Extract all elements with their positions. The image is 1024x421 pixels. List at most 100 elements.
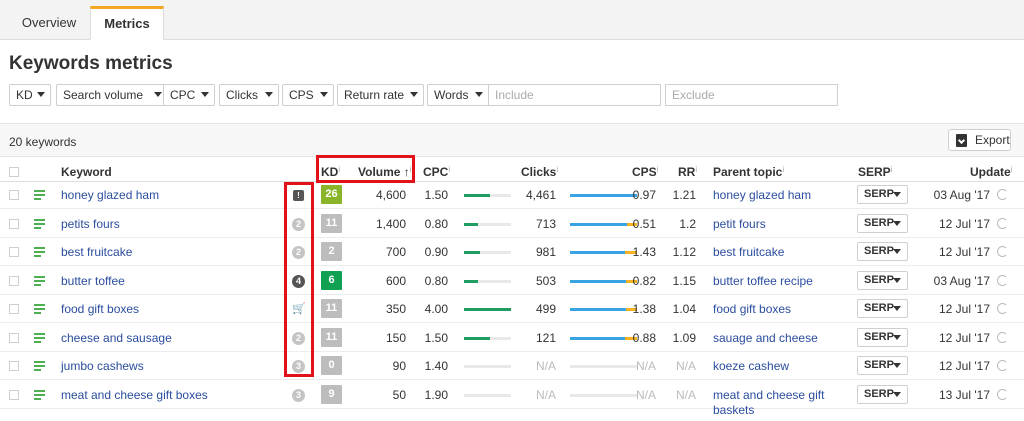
serp-dropdown[interactable]: SERP [857, 327, 908, 347]
chevron-down-icon [893, 391, 901, 397]
keyword-list-icon[interactable] [34, 190, 47, 200]
parent-topic-link[interactable]: food gift boxes [713, 302, 833, 317]
col-cps[interactable]: CPSi [632, 165, 658, 179]
clicks-value: N/A [535, 359, 556, 373]
keyword-link[interactable]: best fruitcake [61, 245, 132, 259]
keyword-link[interactable]: honey glazed ham [61, 188, 159, 202]
keyword-link[interactable]: jumbo cashews [61, 359, 144, 373]
keyword-link[interactable]: butter toffee [61, 274, 125, 288]
update-date: 03 Aug '17 [933, 273, 990, 288]
include-input[interactable] [488, 84, 661, 106]
serp-dropdown[interactable]: SERP [857, 213, 908, 233]
keyword-list-icon[interactable] [34, 389, 47, 400]
chevron-down-icon [893, 192, 901, 197]
keyword-link[interactable]: petits fours [61, 217, 120, 231]
rr-value: 1.15 [672, 273, 696, 288]
select-all-checkbox[interactable] [9, 167, 19, 177]
row-checkbox[interactable] [9, 332, 19, 343]
parent-topic-link[interactable]: best fruitcake [713, 245, 833, 260]
chevron-down-icon [154, 92, 162, 97]
serp-label: SERP [864, 245, 894, 257]
filter-return-rate[interactable]: Return rate [337, 84, 424, 106]
table-row: petits fours 2 11 1,400 0.80 713 0.51 1.… [0, 210, 1024, 238]
col-cpc[interactable]: CPCi [423, 165, 450, 179]
serp-dropdown[interactable]: SERP [857, 356, 908, 375]
keyword-list-icon[interactable] [34, 247, 47, 257]
serp-dropdown[interactable]: SERP [857, 242, 908, 261]
parent-topic-link[interactable]: koeze cashew [713, 359, 833, 374]
cps-value: 0.51 [632, 216, 656, 231]
row-checkbox[interactable] [9, 304, 19, 314]
parent-topic-link[interactable]: sauage and cheese [713, 331, 833, 346]
row-checkbox[interactable] [9, 218, 19, 229]
filter-search-volume[interactable]: Search volume [56, 84, 168, 106]
col-keyword[interactable]: Keyword [61, 165, 112, 179]
kd-badge: 26 [321, 185, 342, 204]
clicks-bar-fill [570, 251, 625, 254]
refresh-icon[interactable] [997, 217, 1008, 229]
tab-overview[interactable]: Overview [8, 6, 90, 40]
page-title: Keywords metrics [9, 53, 173, 74]
parent-topic-link[interactable]: meat and cheese gift baskets [713, 388, 833, 418]
col-cps-label: CPS [632, 165, 657, 179]
refresh-icon[interactable] [997, 331, 1008, 343]
serp-dropdown[interactable]: SERP [857, 185, 908, 204]
filter-clicks[interactable]: Clicks [219, 84, 279, 106]
parent-topic-link[interactable]: butter toffee recipe [713, 274, 833, 289]
keyword-list-icon[interactable] [34, 361, 47, 371]
chevron-down-icon [475, 92, 483, 97]
serp-features-badge[interactable]: 3 [292, 388, 305, 402]
info-icon: i [695, 165, 698, 174]
exclude-input[interactable] [665, 84, 838, 106]
cpc-value: 1.50 [424, 330, 448, 345]
keyword-list-icon[interactable] [34, 304, 47, 314]
keyword-list-icon[interactable] [34, 332, 47, 343]
col-update[interactable]: Updatei [970, 165, 1012, 179]
filter-words[interactable]: Words [427, 84, 489, 106]
filter-kd[interactable]: KD [9, 84, 51, 106]
col-serp[interactable]: SERPi [858, 165, 892, 179]
row-checkbox[interactable] [9, 275, 19, 286]
serp-dropdown[interactable]: SERP [857, 270, 908, 290]
col-clicks[interactable]: Clicksi [521, 165, 558, 179]
table-row: food gift boxes 🛒 11 350 4.00 499 1.38 1… [0, 295, 1024, 323]
export-button[interactable]: Export [948, 129, 1011, 151]
tab-metrics[interactable]: Metrics [90, 6, 164, 40]
info-icon: i [656, 165, 659, 174]
parent-topic-link[interactable]: petit fours [713, 217, 833, 232]
row-checkbox[interactable] [9, 389, 19, 400]
filter-label: CPS [289, 88, 314, 102]
keyword-link[interactable]: cheese and sausage [61, 331, 172, 345]
refresh-icon[interactable] [997, 360, 1008, 371]
cpc-value: 4.00 [424, 302, 448, 316]
parent-topic-link[interactable]: honey glazed ham [713, 188, 833, 203]
update-date: 12 Jul '17 [939, 245, 990, 259]
keyword-link[interactable]: food gift boxes [61, 302, 139, 316]
filter-cps[interactable]: CPS [282, 84, 334, 106]
col-cpc-label: CPC [423, 165, 449, 179]
col-parent-topic[interactable]: Parent topici [713, 165, 784, 179]
col-parent-label: Parent topic [713, 165, 783, 179]
keyword-list-icon[interactable] [34, 218, 47, 229]
serp-dropdown[interactable]: SERP [857, 299, 908, 318]
export-icon [956, 134, 967, 147]
refresh-icon[interactable] [997, 246, 1008, 257]
filter-cpc[interactable]: CPC [163, 84, 215, 106]
refresh-icon[interactable] [997, 189, 1008, 200]
row-checkbox[interactable] [9, 190, 19, 200]
filter-label: CPC [170, 88, 196, 102]
serp-label: SERP [864, 302, 894, 314]
row-checkbox[interactable] [9, 361, 19, 371]
filter-label: Words [434, 88, 469, 102]
refresh-icon[interactable] [997, 303, 1008, 314]
refresh-icon[interactable] [997, 388, 1008, 400]
col-rr[interactable]: RRi [678, 165, 697, 179]
row-checkbox[interactable] [9, 247, 19, 257]
kd-badge: 2 [321, 242, 342, 261]
keyword-list-icon[interactable] [34, 275, 47, 286]
kd-badge: 11 [321, 213, 342, 233]
refresh-icon[interactable] [997, 274, 1008, 286]
serp-dropdown[interactable]: SERP [857, 384, 908, 404]
keyword-link[interactable]: meat and cheese gift boxes [61, 388, 208, 402]
kd-badge: 0 [321, 356, 342, 375]
